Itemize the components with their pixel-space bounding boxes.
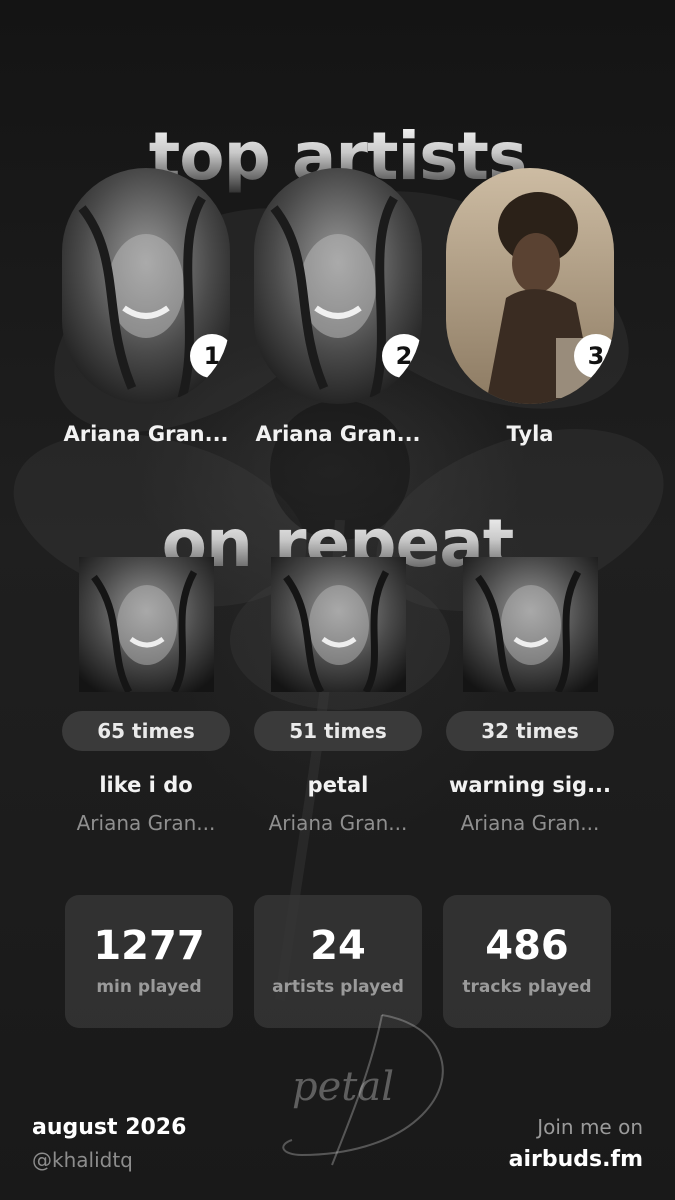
track-title: like i do xyxy=(99,773,193,797)
stat-label: min played xyxy=(96,977,202,997)
rank-badge: 2 xyxy=(382,334,422,378)
play-count-pill: 32 times xyxy=(446,711,614,751)
user-handle[interactable]: @khalidtq xyxy=(32,1148,186,1172)
artist-name: Ariana Gran... xyxy=(63,422,229,446)
artist-card[interactable]: 2 Ariana Gran... xyxy=(254,168,422,446)
petal-script-logo: petal xyxy=(282,1014,444,1166)
cover-image xyxy=(270,557,406,692)
footer-left: august 2026 @khalidtq xyxy=(32,1115,186,1172)
rank-badge: 1 xyxy=(190,334,230,378)
track-artist: Ariana Gran... xyxy=(268,811,408,835)
cover-image xyxy=(78,557,214,692)
stat-value: 1277 xyxy=(93,923,205,969)
stat-value: 24 xyxy=(310,923,366,969)
site-link[interactable]: airbuds.fm xyxy=(509,1147,643,1172)
artist-name: Ariana Gran... xyxy=(255,422,421,446)
stat-label: artists played xyxy=(272,977,404,997)
footer-right: Join me on airbuds.fm xyxy=(509,1115,643,1172)
track-title: warning sig... xyxy=(448,773,612,797)
artist-card[interactable]: 3 Tyla xyxy=(446,168,614,446)
artist-photo: 1 xyxy=(62,168,230,404)
artist-photo: 2 xyxy=(254,168,422,404)
track-artist: Ariana Gran... xyxy=(76,811,216,835)
track-artist: Ariana Gran... xyxy=(460,811,600,835)
track-card[interactable]: 65 times like i do Ariana Gran... xyxy=(62,557,230,835)
artist-photo: 3 xyxy=(446,168,614,404)
period-label: august 2026 xyxy=(32,1115,187,1140)
track-title: petal xyxy=(307,773,369,797)
rank-badge: 3 xyxy=(574,334,614,378)
stat-card-minutes: 1277 min played xyxy=(65,895,233,1028)
stat-value: 486 xyxy=(485,923,569,969)
artist-card[interactable]: 1 Ariana Gran... xyxy=(62,168,230,446)
track-cover xyxy=(462,557,598,692)
track-card[interactable]: 51 times petal Ariana Gran... xyxy=(254,557,422,835)
track-cover xyxy=(270,557,406,692)
track-card[interactable]: 32 times warning sig... Ariana Gran... xyxy=(446,557,614,835)
petal-script-text: petal xyxy=(292,1064,394,1110)
track-cover xyxy=(78,557,214,692)
artist-name: Tyla xyxy=(506,422,554,446)
play-count-pill: 65 times xyxy=(62,711,230,751)
cover-image xyxy=(462,557,598,692)
stat-label: tracks played xyxy=(462,977,592,997)
join-label: Join me on xyxy=(537,1115,643,1139)
play-count-pill: 51 times xyxy=(254,711,422,751)
